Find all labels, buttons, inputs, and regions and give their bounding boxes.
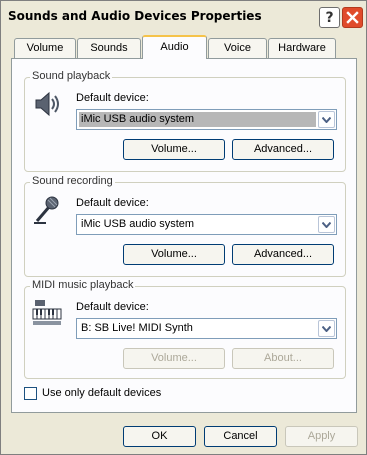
recording-volume-button[interactable]: Volume... [123, 244, 225, 265]
midi-playback-group: MIDI music playback Default device: B: S… [24, 279, 346, 379]
recording-advanced-button[interactable]: Advanced... [232, 244, 334, 265]
properties-dialog: Sounds and Audio Devices Properties ? Vo… [0, 0, 367, 455]
playback-device-value: iMic USB audio system [79, 112, 316, 127]
chevron-down-icon[interactable] [318, 111, 335, 128]
close-button[interactable] [342, 7, 363, 28]
sound-playback-group: Sound playback Default device: iMic USB … [24, 70, 346, 172]
help-icon: ? [325, 9, 334, 26]
sound-recording-group: Sound recording Default device: iMic USB… [24, 175, 346, 277]
midi-playback-label: MIDI music playback [30, 279, 136, 291]
sound-recording-label: Sound recording [30, 175, 115, 187]
apply-button[interactable]: Apply [285, 426, 358, 447]
midi-volume-button[interactable]: Volume... [123, 348, 225, 369]
playback-default-device-label: Default device: [76, 92, 149, 104]
cancel-button[interactable]: Cancel [204, 426, 277, 447]
help-button[interactable]: ? [319, 7, 340, 28]
ok-button[interactable]: OK [123, 426, 196, 447]
tab-volume[interactable]: Volume [14, 38, 76, 58]
playback-device-select[interactable]: iMic USB audio system [76, 109, 337, 130]
midi-about-button[interactable]: About... [232, 348, 334, 369]
playback-volume-button[interactable]: Volume... [123, 139, 225, 160]
recording-device-select[interactable]: iMic USB audio system [76, 214, 337, 235]
recording-default-device-label: Default device: [76, 197, 149, 209]
speaker-icon [35, 91, 59, 117]
audio-tab-panel: Sound playback Default device: iMic USB … [11, 58, 357, 413]
midi-default-device-label: Default device: [76, 301, 149, 313]
tab-hardware[interactable]: Hardware [268, 38, 336, 58]
tab-voice[interactable]: Voice [208, 38, 267, 58]
midi-keyboard-icon [32, 300, 62, 325]
sound-playback-label: Sound playback [30, 70, 113, 82]
window-title: Sounds and Audio Devices Properties [8, 9, 262, 23]
tab-sounds[interactable]: Sounds [77, 38, 141, 58]
title-bar[interactable]: Sounds and Audio Devices Properties ? [1, 1, 366, 32]
playback-advanced-button[interactable]: Advanced... [232, 139, 334, 160]
close-icon [346, 11, 359, 24]
midi-device-value: B: SB Live! MIDI Synth [81, 322, 193, 334]
chevron-down-icon[interactable] [318, 320, 335, 337]
microphone-icon [34, 196, 59, 224]
tab-audio[interactable]: Audio [142, 35, 207, 59]
use-default-devices-checkbox[interactable] [24, 387, 37, 400]
recording-device-value: iMic USB audio system [81, 218, 195, 230]
use-default-devices-label[interactable]: Use only default devices [42, 387, 161, 399]
chevron-down-icon[interactable] [318, 216, 335, 233]
midi-device-select[interactable]: B: SB Live! MIDI Synth [76, 318, 337, 339]
